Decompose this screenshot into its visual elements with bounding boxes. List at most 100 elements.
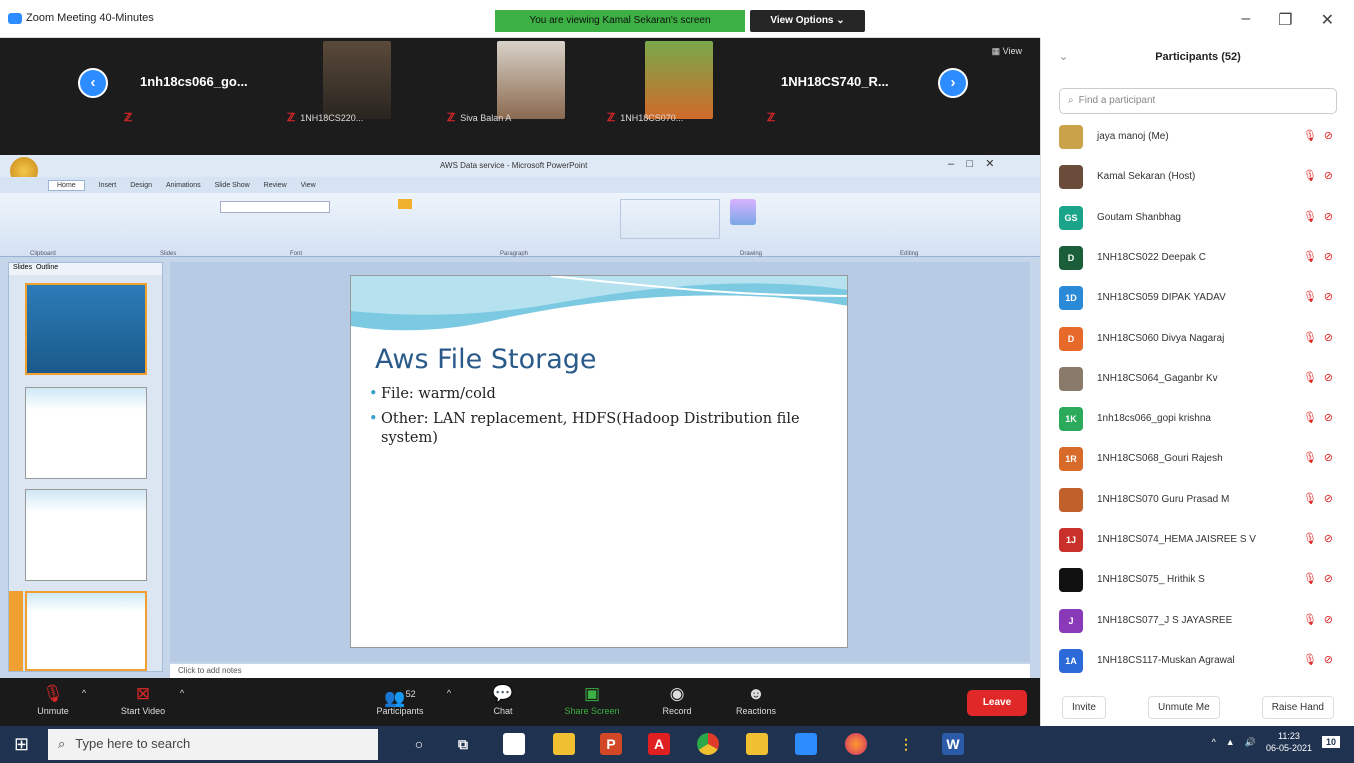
taskbar-search-input[interactable]: ⌕ Type here to search (48, 729, 378, 760)
search-icon: ⌕ (1068, 95, 1074, 106)
notes-pane[interactable]: Click to add notes (170, 664, 1030, 678)
raise-hand-button[interactable]: Raise Hand (1261, 695, 1334, 719)
mic-muted-icon: 🎙 (1302, 452, 1317, 465)
participant-row[interactable]: 1J 1NH18CS074_HEMA JAISREE S V 🎙 ⊘ (1041, 521, 1354, 561)
clock[interactable]: 11:23 06-05-2021 (1266, 730, 1312, 754)
unmute-button[interactable]: 🎙 Unmute (28, 682, 78, 716)
ppt-ribbon-tabs: Home Insert Design Animations Slide Show… (0, 177, 1040, 193)
participant-status: 🎙 ⊘ (1303, 572, 1333, 585)
audio-options-caret-icon[interactable]: ^ (78, 688, 90, 698)
powerpoint-icon[interactable]: P (600, 733, 622, 755)
participant-row[interactable]: 1NH18CS075_ Hrithik S 🎙 ⊘ (1041, 561, 1354, 601)
word-icon[interactable]: W (942, 733, 964, 755)
avatar: 1J (1059, 528, 1083, 552)
video-tile[interactable]: 1nh18cs066_go... ℤ (122, 38, 282, 128)
pane-tab-outline: Outline (35, 264, 59, 271)
tile-label: ℤ (124, 111, 132, 124)
video-options-caret-icon[interactable]: ^ (176, 688, 188, 698)
mic-muted-icon: ℤ (287, 112, 296, 124)
video-off-icon: ⊘ (1323, 371, 1333, 384)
minimize-icon[interactable]: – (1241, 10, 1250, 38)
participant-row[interactable]: 1R 1NH18CS068_Gouri Rajesh 🎙 ⊘ (1041, 440, 1354, 480)
viewing-banner: You are viewing Kamal Sekaran's screen (495, 10, 745, 32)
restore-icon[interactable]: ❐ (1278, 10, 1292, 38)
share-screen-button[interactable]: ▣ Share Screen (554, 682, 630, 716)
participant-row[interactable]: Kamal Sekaran (Host) 🎙 ⊘ (1041, 158, 1354, 198)
window-controls: – ❐ ✕ (1040, 0, 1354, 38)
participant-row[interactable]: 1D 1NH18CS059 DIPAK YADAV 🎙 ⊘ (1041, 279, 1354, 319)
close-icon[interactable]: ✕ (1321, 10, 1334, 38)
participant-status: 🎙 ⊘ (1303, 613, 1333, 626)
participant-name: 1NH18CS068_Gouri Rajesh (1097, 453, 1223, 465)
participant-row[interactable]: D 1NH18CS060 Divya Nagaraj 🎙 ⊘ (1041, 320, 1354, 360)
slide-thumbnail[interactable] (25, 387, 147, 479)
participant-row[interactable]: 1K 1nh18cs066_gopi krishna 🎙 ⊘ (1041, 400, 1354, 440)
ribbon-group-label: Paragraph (500, 251, 529, 257)
participant-row[interactable]: J 1NH18CS077_J S JAYASREE 🎙 ⊘ (1041, 602, 1354, 642)
reactions-button[interactable]: ☻ Reactions (726, 682, 786, 716)
participant-row[interactable]: 1NH18CS064_Gaganbr Kv 🎙 ⊘ (1041, 360, 1354, 400)
tray-chevron-icon[interactable]: ^ (1212, 737, 1216, 747)
windows-start-icon[interactable]: ⊞ (14, 734, 29, 755)
avatar: J (1059, 608, 1083, 633)
mic-muted-icon: 🎙 (1302, 291, 1317, 304)
slide-thumbnail[interactable] (25, 283, 147, 375)
share-screen-icon: ▣ (583, 684, 601, 703)
video-tile[interactable]: ℤ 1NH18CS220... (285, 38, 445, 128)
video-tile[interactable]: 1NH18CS740_R... ℤ (765, 38, 935, 128)
notepad-icon[interactable] (503, 733, 525, 755)
tile-label-text: 1NH18CS070... (620, 112, 684, 123)
acrobat-icon[interactable]: A (648, 733, 670, 755)
participants-caret-icon[interactable]: ^ (443, 688, 455, 698)
participant-status: 🎙 ⊘ (1303, 532, 1333, 545)
sticky-notes-icon[interactable] (553, 733, 575, 755)
chat-icon: 💬 (492, 684, 514, 703)
volume-icon[interactable]: 🔊 (1245, 737, 1256, 748)
slide-thumbnail-active[interactable] (25, 591, 147, 671)
participant-search-input[interactable]: ⌕ Find a participant (1059, 88, 1337, 114)
ppt-ribbon: Clipboard Slides Font Paragraph Drawing … (0, 193, 1040, 257)
tile-label: ℤ 1NH18CS070... (607, 111, 683, 124)
participant-row[interactable]: jaya manoj (Me) 🎙 ⊘ (1041, 118, 1354, 158)
next-page-button[interactable]: › (938, 68, 968, 98)
invite-button[interactable]: Invite (1062, 695, 1106, 719)
participant-row[interactable]: 1NH18CS070 Guru Prasad M 🎙 ⊘ (1041, 481, 1354, 521)
mic-muted-icon: ℤ (124, 112, 133, 124)
reactions-icon: ☻ (747, 684, 765, 703)
active-marker (9, 591, 23, 671)
task-view-icon[interactable]: ⧉ (452, 733, 474, 755)
taskbar-app-icon[interactable]: ⋮ (895, 733, 917, 755)
firefox-icon[interactable] (845, 733, 867, 755)
participant-row[interactable]: 1A 1NH18CS117-Muskan Agrawal 🎙 ⊘ (1041, 642, 1354, 682)
video-off-icon: ⊘ (1323, 130, 1333, 142)
collapse-chevron-icon[interactable]: ⌄ (1059, 38, 1068, 76)
video-off-icon: ⊘ (1323, 412, 1333, 425)
participants-button[interactable]: 👥52 Participants (362, 682, 438, 716)
mic-muted-icon: 🎙 (1302, 613, 1317, 626)
zoom-taskbar-icon[interactable] (795, 733, 817, 755)
participant-row[interactable]: D 1NH18CS022 Deepak C 🎙 ⊘ (1041, 239, 1354, 279)
chat-button[interactable]: 💬 Chat (483, 682, 523, 716)
ribbon-group-label: Drawing (740, 251, 763, 257)
participant-row[interactable]: GS Goutam Shanbhag 🎙 ⊘ (1041, 199, 1354, 239)
mic-muted-icon: 🎙 (1302, 412, 1317, 425)
record-button[interactable]: ◉ Record (654, 682, 700, 716)
notification-center-icon[interactable]: 10 (1321, 736, 1340, 748)
unmute-me-button[interactable]: Unmute Me (1147, 695, 1220, 719)
leave-button[interactable]: Leave (967, 690, 1027, 716)
video-tile[interactable]: ℤ Siva Balan A (445, 38, 605, 128)
view-layout-button[interactable]: ▦ View (992, 46, 1022, 57)
slide-editor: Aws File Storage File: warm/cold Other: … (170, 262, 1030, 662)
chrome-icon[interactable] (697, 733, 719, 755)
start-video-button[interactable]: ⊠ Start Video (110, 682, 176, 716)
file-explorer-icon[interactable] (746, 733, 768, 755)
shared-screen: AWS Data service - Microsoft PowerPoint … (0, 155, 1040, 678)
prev-page-button[interactable]: ‹ (78, 68, 108, 98)
cortana-icon[interactable]: ○ (408, 733, 430, 755)
network-icon[interactable]: ▲ (1226, 737, 1235, 747)
avatar (1059, 165, 1083, 190)
slide-thumbnail[interactable] (25, 489, 147, 581)
video-tile[interactable]: ℤ 1NH18CS070... (605, 38, 765, 128)
video-off-icon: ⊘ (1323, 452, 1333, 465)
view-options-button[interactable]: View Options ⌄ (750, 10, 865, 32)
